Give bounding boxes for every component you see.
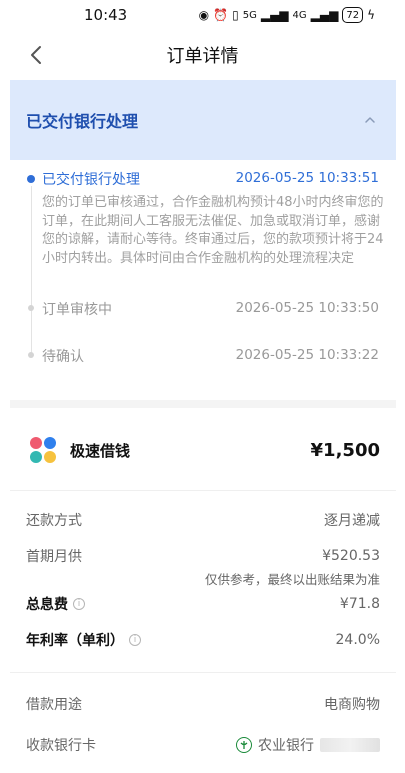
signal-icon: ▂▄▆: [260, 8, 289, 22]
loan-purpose-value: 电商购物: [324, 697, 380, 713]
first-payment-row: 首期月供 ¥520.53: [26, 546, 380, 566]
bank-name: 农业银行: [258, 738, 314, 754]
annual-rate-label-text: 年利率（单利）: [26, 633, 124, 649]
bank-logo-icon: [236, 737, 252, 753]
annual-rate-label: 年利率（单利） i: [26, 630, 141, 650]
loan-purpose-row: 借款用途 电商购物: [26, 694, 380, 714]
first-payment-value: ¥520.53: [322, 548, 380, 564]
order-status-title: 已交付银行处理: [26, 112, 139, 131]
timeline-description: 您的订单已审核通过，合作金融机构预计48小时内终审您的订单，在此期间人工客服无法…: [42, 195, 384, 266]
info-icon[interactable]: i: [129, 634, 141, 646]
status-bar: 10:43 ◉ ⏰ ▯ 5G ▂▄▆ 4G ▂▄▆ 72 ϟ: [0, 0, 405, 30]
timeline-time: 2026-05-25 10:33:51: [235, 170, 379, 186]
bank-card-label: 收款银行卡: [26, 738, 96, 754]
total-interest-value: ¥71.8: [339, 596, 380, 612]
back-button[interactable]: [24, 43, 48, 67]
order-timeline: 已交付银行处理 2026-05-25 10:33:51 您的订单已审核通过，合作…: [10, 160, 396, 400]
first-payment-label: 首期月供: [26, 549, 82, 565]
divider: [10, 490, 396, 491]
total-interest-label-text: 总息费: [26, 597, 68, 613]
repayment-method-label: 还款方式: [26, 513, 82, 529]
first-payment-note: 仅供参考，最终以出账结果为准: [204, 572, 380, 587]
timeline-dot: [28, 305, 34, 311]
loan-amount: ¥1,500: [310, 439, 380, 461]
chevron-left-icon: [31, 46, 41, 64]
page-title: 订单详情: [166, 46, 239, 67]
product-logo-icon: [30, 437, 56, 463]
loan-purpose-label: 借款用途: [26, 697, 82, 713]
status-icons: ◉ ⏰ ▯ 5G ▂▄▆ 4G ▂▄▆ 72 ϟ: [199, 7, 375, 23]
repayment-method-value: 逐月递减: [324, 513, 380, 529]
timeline-time: 2026-05-25 10:33:50: [235, 300, 379, 316]
charging-icon: ϟ: [367, 8, 375, 22]
info-icon[interactable]: i: [73, 598, 85, 610]
total-interest-row: 总息费 i ¥71.8: [26, 594, 380, 614]
masked-card-number: [320, 738, 380, 752]
status-time: 10:43: [84, 6, 128, 24]
network-4g-label: 4G: [292, 9, 307, 21]
network-5g-label: 5G: [242, 9, 257, 21]
eye-icon: ◉: [198, 8, 210, 22]
total-interest-label: 总息费 i: [26, 594, 85, 614]
product-row: 极速借钱 ¥1,500: [10, 410, 396, 490]
product-name: 极速借钱: [70, 441, 131, 460]
order-status-header[interactable]: 已交付银行处理: [10, 80, 396, 160]
bank-card-value: 农业银行: [236, 735, 380, 755]
section-divider: [10, 400, 396, 408]
timeline-time: 2026-05-25 10:33:22: [235, 347, 379, 363]
timeline-dot: [28, 352, 34, 358]
vibrate-icon: ▯: [232, 8, 239, 22]
alarm-icon: ⏰: [213, 8, 229, 22]
battery-icon: 72: [342, 7, 364, 23]
bank-card-row[interactable]: 收款银行卡 农业银行: [26, 735, 380, 755]
timeline-label: 待确认: [42, 349, 84, 365]
annual-rate-row: 年利率（单利） i 24.0%: [26, 630, 380, 650]
timeline-label: 订单审核中: [42, 302, 112, 318]
repayment-method-row: 还款方式 逐月递减: [26, 510, 380, 530]
divider: [10, 672, 396, 673]
annual-rate-value: 24.0%: [335, 632, 380, 648]
signal-icon: ▂▄▆: [310, 8, 339, 22]
timeline-line: [31, 186, 32, 354]
nav-bar: 订单详情: [0, 30, 405, 80]
timeline-dot-active: [27, 175, 35, 183]
timeline-label: 已交付银行处理: [42, 172, 140, 188]
chevron-up-icon[interactable]: [362, 112, 378, 128]
